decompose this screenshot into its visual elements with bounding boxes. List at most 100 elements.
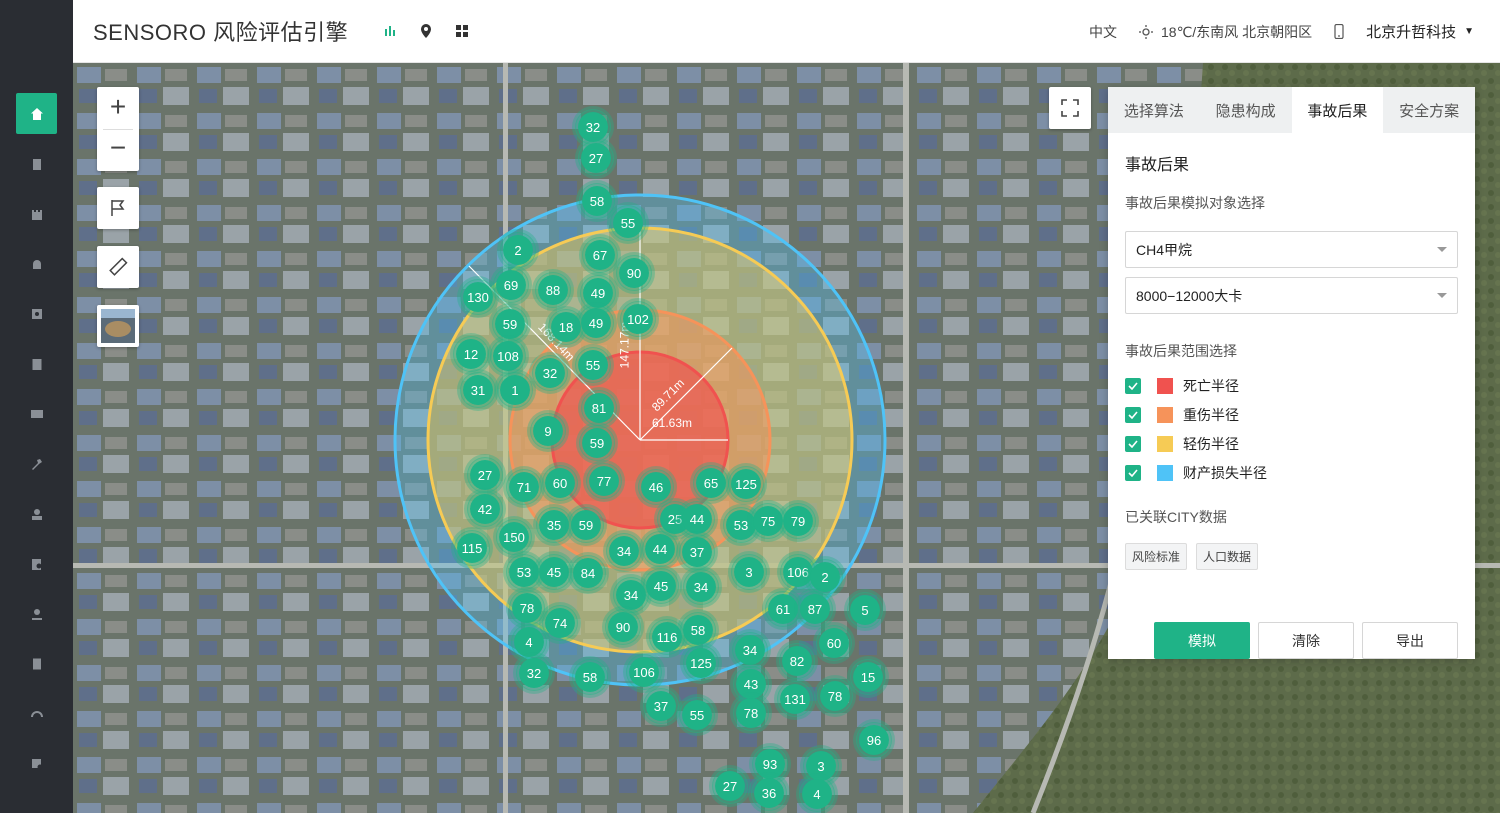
sidebar-item-inspect[interactable]: [16, 743, 57, 784]
language-switch[interactable]: 中文: [1089, 22, 1117, 42]
sensor-cluster-marker[interactable]: 37: [643, 688, 679, 724]
sidebar-item-gauge[interactable]: [16, 693, 57, 734]
sensor-cluster-marker[interactable]: 3: [731, 554, 767, 590]
phone-icon[interactable]: [1334, 24, 1344, 39]
sidebar-item-home[interactable]: [16, 93, 57, 134]
sensor-cluster-marker[interactable]: 32: [516, 655, 552, 691]
satellite-layer-button[interactable]: [97, 305, 139, 347]
sensor-cluster-marker[interactable]: 90: [605, 609, 641, 645]
sensor-cluster-marker[interactable]: 31: [460, 372, 496, 408]
sensor-cluster-marker[interactable]: 96: [856, 722, 892, 758]
checkbox-death[interactable]: [1125, 377, 1141, 394]
sensor-cluster-marker[interactable]: 102: [620, 301, 656, 337]
sensor-cluster-marker[interactable]: 60: [542, 465, 578, 501]
sensor-cluster-marker[interactable]: 59: [568, 507, 604, 543]
sensor-cluster-marker[interactable]: 27: [578, 140, 614, 176]
sensor-cluster-marker[interactable]: 55: [679, 697, 715, 733]
sensor-cluster-marker[interactable]: 60: [816, 625, 852, 661]
sidebar-item-user-badge[interactable]: [16, 593, 57, 634]
fullscreen-button[interactable]: [1049, 87, 1091, 129]
sensor-cluster-marker[interactable]: 32: [532, 355, 568, 391]
clear-button[interactable]: 清除: [1258, 622, 1354, 659]
sensor-cluster-marker[interactable]: 58: [572, 659, 608, 695]
sensor-cluster-marker[interactable]: 55: [575, 347, 611, 383]
sensor-cluster-marker[interactable]: 35: [536, 507, 572, 543]
sensor-cluster-marker[interactable]: 27: [467, 457, 503, 493]
export-button[interactable]: 导出: [1362, 622, 1458, 659]
sensor-cluster-marker[interactable]: 82: [779, 643, 815, 679]
sensor-cluster-marker[interactable]: 77: [586, 463, 622, 499]
sensor-cluster-marker[interactable]: 2: [807, 559, 843, 595]
checkbox-property[interactable]: [1125, 464, 1141, 481]
tab-safety-plan[interactable]: 安全方案: [1383, 87, 1475, 133]
sensor-cluster-marker[interactable]: 87: [797, 591, 833, 627]
tab-hazard-composition[interactable]: 隐患构成: [1200, 87, 1292, 133]
sidebar-item-user[interactable]: [16, 493, 57, 534]
sensor-cluster-marker[interactable]: 1: [497, 372, 533, 408]
bar-chart-icon[interactable]: [382, 23, 398, 39]
sensor-cluster-marker[interactable]: 44: [679, 501, 715, 537]
ruler-button[interactable]: [97, 246, 139, 288]
sensor-cluster-marker[interactable]: 15: [850, 659, 886, 695]
sensor-cluster-marker[interactable]: 37: [679, 534, 715, 570]
company-menu[interactable]: 北京升哲科技 ▼: [1366, 21, 1474, 42]
tab-accident-consequence[interactable]: 事故后果: [1291, 87, 1384, 133]
simulate-button[interactable]: 模拟: [1154, 622, 1250, 659]
sensor-cluster-marker[interactable]: 9: [530, 413, 566, 449]
sensor-cluster-marker[interactable]: 84: [570, 555, 606, 591]
sensor-cluster-marker[interactable]: 27: [712, 768, 748, 804]
sensor-cluster-marker[interactable]: 4: [799, 776, 835, 812]
sensor-cluster-marker[interactable]: 74: [542, 605, 578, 641]
sidebar-item-idcard[interactable]: [16, 393, 57, 434]
sensor-cluster-marker[interactable]: 69: [493, 267, 529, 303]
sensor-cluster-marker[interactable]: 45: [643, 568, 679, 604]
grid-icon[interactable]: [454, 23, 470, 39]
sidebar-item-wrench[interactable]: [16, 443, 57, 484]
sensor-cluster-marker[interactable]: 59: [579, 425, 615, 461]
tag-population-data[interactable]: 人口数据: [1196, 543, 1259, 570]
sensor-cluster-marker[interactable]: 65: [693, 465, 729, 501]
sidebar-item-castle[interactable]: [16, 193, 57, 234]
sensor-cluster-marker[interactable]: 79: [780, 503, 816, 539]
sidebar-item-report[interactable]: [16, 643, 57, 684]
sensor-cluster-marker[interactable]: 108: [490, 338, 526, 374]
sensor-cluster-marker[interactable]: 150: [496, 519, 532, 555]
sensor-cluster-marker[interactable]: 61: [765, 591, 801, 627]
gas-select[interactable]: CH4甲烷: [1125, 231, 1458, 268]
sensor-cluster-marker[interactable]: 81: [581, 390, 617, 426]
sensor-cluster-marker[interactable]: 131: [777, 681, 813, 717]
sensor-cluster-marker[interactable]: 44: [642, 531, 678, 567]
checkbox-serious[interactable]: [1125, 406, 1141, 423]
sidebar-item-search-doc[interactable]: [16, 543, 57, 584]
sensor-cluster-marker[interactable]: 58: [680, 612, 716, 648]
tag-risk-standard[interactable]: 风险标准: [1125, 543, 1188, 570]
sensor-cluster-marker[interactable]: 106: [626, 654, 662, 690]
sensor-cluster-marker[interactable]: 78: [733, 695, 769, 731]
sensor-cluster-marker[interactable]: 67: [582, 237, 618, 273]
sensor-cluster-marker[interactable]: 58: [579, 183, 615, 219]
sensor-cluster-marker[interactable]: 125: [683, 645, 719, 681]
sidebar-item-clipboard[interactable]: [16, 343, 57, 384]
sensor-cluster-marker[interactable]: 71: [506, 469, 542, 505]
sensor-cluster-marker[interactable]: 34: [606, 533, 642, 569]
sensor-cluster-marker[interactable]: 55: [610, 205, 646, 241]
zoom-out-icon[interactable]: −: [110, 129, 126, 171]
sensor-cluster-marker[interactable]: 90: [616, 255, 652, 291]
sensor-cluster-marker[interactable]: 5: [847, 592, 883, 628]
sensor-cluster-marker[interactable]: 78: [817, 678, 853, 714]
energy-select[interactable]: 8000−12000大卡: [1125, 277, 1458, 314]
sidebar-item-target[interactable]: [16, 293, 57, 334]
sensor-cluster-marker[interactable]: 49: [578, 305, 614, 341]
sensor-cluster-marker[interactable]: 2: [500, 232, 536, 268]
sensor-cluster-marker[interactable]: 125: [728, 466, 764, 502]
sidebar-item-building[interactable]: [16, 143, 57, 184]
sensor-cluster-marker[interactable]: 12: [453, 336, 489, 372]
sensor-cluster-marker[interactable]: 45: [536, 554, 572, 590]
checkbox-light[interactable]: [1125, 435, 1141, 452]
sensor-cluster-marker[interactable]: 34: [732, 632, 768, 668]
sensor-cluster-marker[interactable]: 116: [649, 619, 685, 655]
map-pin-icon[interactable]: [418, 23, 434, 39]
flag-button[interactable]: [97, 187, 139, 229]
sensor-cluster-marker[interactable]: 34: [683, 569, 719, 605]
tab-algorithm[interactable]: 选择算法: [1108, 87, 1200, 133]
